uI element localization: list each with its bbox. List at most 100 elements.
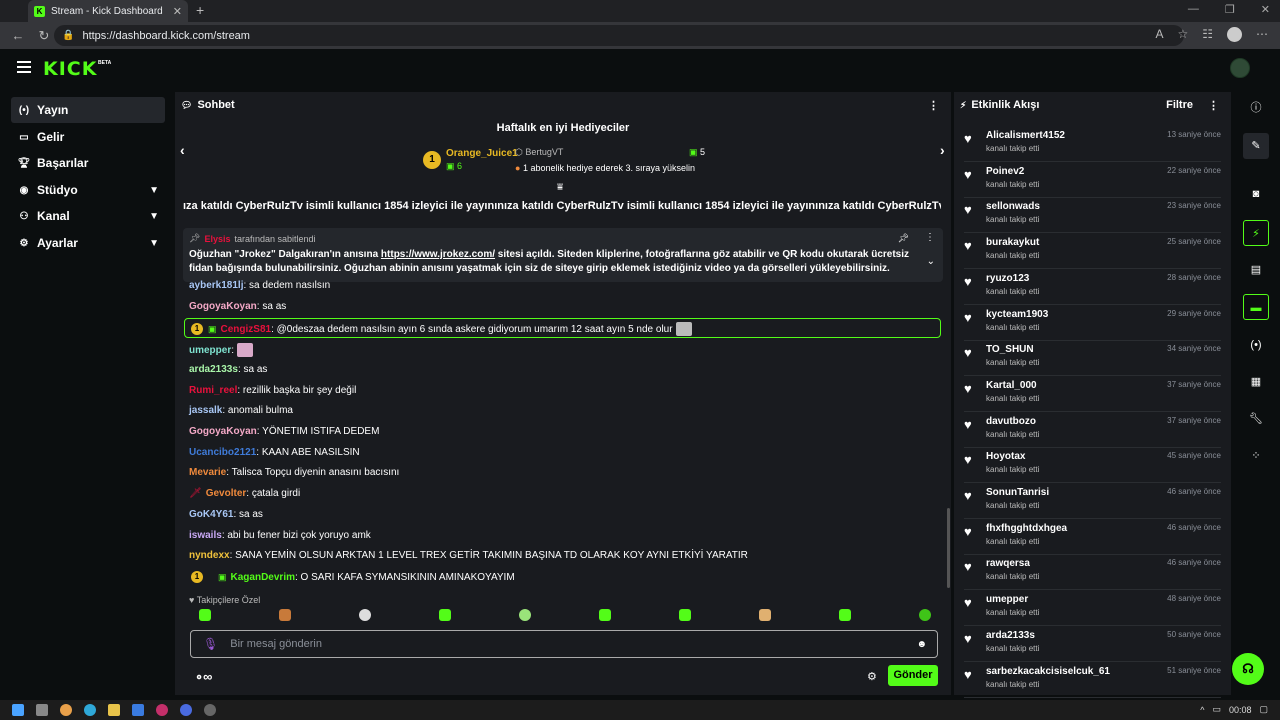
app-icon[interactable] xyxy=(156,704,168,716)
activity-item[interactable]: ♥ fhxfhgghtdxhgea kanalı takip etti 46 sani… xyxy=(964,519,1221,555)
read-aloud-icon[interactable]: A xyxy=(1155,27,1163,42)
chat-username[interactable]: GoK4Y61 xyxy=(189,509,233,520)
activity-lightning-icon[interactable]: ⚡︎ xyxy=(1243,220,1269,246)
chat-tools-icon[interactable]: ∘∞ xyxy=(195,669,212,685)
emote-icon[interactable] xyxy=(519,609,531,621)
explorer-icon[interactable] xyxy=(108,704,120,716)
camera-icon[interactable]: ◙ xyxy=(1243,181,1269,207)
chat-message[interactable]: jassalk: anomali bulma xyxy=(189,405,293,416)
activity-item[interactable]: ♥ Kartal_000 kanalı takip etti 37 saniye ön… xyxy=(964,376,1221,412)
top-gifter-second[interactable]: ⬡ BertugVT ● 1 abonelik hediye ederek 3.… xyxy=(515,147,695,173)
chat-username[interactable]: Rumi_reel xyxy=(189,385,237,396)
minimize-icon[interactable]: — xyxy=(1188,3,1199,16)
chat-username[interactable]: nyndexx xyxy=(189,550,230,561)
sidebar-item-kanal[interactable]: ⚇ Kanal ▼ xyxy=(11,203,165,229)
chat-scrollbar[interactable] xyxy=(947,508,950,588)
chat-username[interactable]: Ucancibo2121 xyxy=(189,447,256,458)
edit-icon[interactable]: ✎ xyxy=(1243,133,1269,159)
edge-icon[interactable] xyxy=(84,704,96,716)
store-icon[interactable] xyxy=(132,704,144,716)
emote-icon[interactable] xyxy=(919,609,931,621)
search-icon[interactable] xyxy=(36,704,48,716)
filter-button[interactable]: Filtre xyxy=(1166,99,1193,111)
maximize-icon[interactable]: ❐ xyxy=(1225,3,1235,16)
pinned-options-icon[interactable]: ⋮ xyxy=(925,232,935,243)
activity-username[interactable]: Alicalismert4152 xyxy=(986,130,1065,141)
chat-message[interactable]: GogoyaKoyan: sa as xyxy=(189,301,286,312)
activity-item[interactable]: ♥ umepper kanalı takip etti 48 saniye önce xyxy=(964,590,1221,627)
chat-message[interactable]: Mevarie: Talisca Topçu diyenin anasını b… xyxy=(189,467,399,478)
activity-item[interactable]: ♥ sarbezkacakcisiselcuk_61 kanalı takip et… xyxy=(964,662,1221,698)
emote-icon[interactable] xyxy=(279,609,291,621)
chevron-right-icon[interactable]: › xyxy=(940,142,945,158)
sidebar-item-gelir[interactable]: ▭ Gelir xyxy=(11,124,165,150)
collapse-filter-icon[interactable]: ⩸ xyxy=(557,182,563,193)
activity-username[interactable]: ryuzo123 xyxy=(986,273,1029,284)
chevron-down-icon[interactable]: ⌄ xyxy=(927,256,935,267)
reload-icon[interactable]: ↻ xyxy=(36,28,52,44)
activity-item[interactable]: ♥ rawqersa kanalı takip etti 46 saniye önce xyxy=(964,554,1221,591)
chat-settings-icon[interactable]: ⚙ xyxy=(867,670,877,683)
app-icon[interactable] xyxy=(204,704,216,716)
support-fab-icon[interactable]: ☊ xyxy=(1232,653,1264,685)
kick-logo[interactable]: KICK xyxy=(43,58,97,80)
favorite-star-icon[interactable]: ☆ xyxy=(1177,27,1188,42)
chat-username[interactable]: Mevarie xyxy=(189,467,226,478)
activity-username[interactable]: fhxfhgghtdxhgea xyxy=(986,523,1067,534)
app-icon[interactable] xyxy=(180,704,192,716)
chat-username[interactable]: jassalk xyxy=(189,405,222,416)
notes-icon[interactable]: ▤ xyxy=(1243,257,1269,283)
chat-message[interactable]: arda2133s: sa as xyxy=(189,364,267,375)
emoji-picker-icon[interactable]: ☻ xyxy=(916,639,927,650)
widget-icon[interactable] xyxy=(60,704,72,716)
sidebar-item-yayin[interactable]: (•) Yayın xyxy=(11,97,165,123)
emote-icon[interactable] xyxy=(359,609,371,621)
back-icon[interactable]: ← xyxy=(10,28,26,43)
activity-username[interactable]: Kartal_000 xyxy=(986,380,1037,391)
chat-username[interactable]: ayberk181lj xyxy=(189,280,244,291)
send-button[interactable]: Gönder xyxy=(888,665,938,686)
address-bar[interactable]: 🔒 https://dashboard.kick.com/stream xyxy=(54,25,1184,46)
close-tab-icon[interactable]: ✕ xyxy=(173,5,182,18)
activity-item[interactable]: ♥ Hoyotax kanalı takip etti 45 saniye önce xyxy=(964,447,1221,484)
chat-username[interactable]: GogoyaKoyan xyxy=(189,301,257,312)
chat-message[interactable]: 1 ▣ CengizS81: @0deszaa dedem nasılsın a… xyxy=(191,322,692,336)
activity-item[interactable]: ♥ Alicalismert4152 kanalı takip etti 13 san… xyxy=(964,126,1221,162)
emote-icon[interactable] xyxy=(439,609,451,621)
activity-username[interactable]: Poinev2 xyxy=(986,166,1024,177)
chevron-up-icon[interactable]: ^ xyxy=(1200,705,1204,715)
chat-options-icon[interactable]: ⋮ xyxy=(928,99,939,112)
sidebar-item-studyo[interactable]: ◉ Stüdyo ▼ xyxy=(11,177,165,203)
activity-options-icon[interactable]: ⋮ xyxy=(1208,99,1219,112)
emote-icon[interactable] xyxy=(679,609,691,621)
profile-avatar[interactable] xyxy=(1227,27,1242,42)
activity-item[interactable]: ♥ davutbozo kanalı takip etti 37 saniye önc… xyxy=(964,412,1221,448)
streams-icon[interactable]: ▦ xyxy=(1243,369,1269,395)
emote-icon[interactable] xyxy=(839,609,851,621)
menu-icon[interactable] xyxy=(17,61,31,73)
chat-message[interactable]: GoK4Y61: sa as xyxy=(189,509,263,520)
activity-username[interactable]: davutbozo xyxy=(986,416,1036,427)
chat-message[interactable]: iswails: abi bu fener bizi çok yoruyo am… xyxy=(189,530,371,541)
emote-icon[interactable] xyxy=(599,609,611,621)
activity-username[interactable]: sellonwads xyxy=(986,201,1040,212)
pinned-link[interactable]: https://www.jrokez.com/ xyxy=(381,249,495,260)
browser-tab[interactable]: K Stream - Kick Dashboard ✕ xyxy=(28,0,188,22)
chat-username[interactable]: umepper xyxy=(189,345,231,356)
unpin-icon[interactable]: 📌︎ xyxy=(898,233,909,244)
chat-message[interactable]: ayberk181lj: sa dedem nasılsın xyxy=(189,280,330,291)
chevron-left-icon[interactable]: ‹ xyxy=(180,142,185,158)
chat-username[interactable]: arda2133s xyxy=(189,364,238,375)
activity-username[interactable]: rawqersa xyxy=(986,558,1030,569)
wrench-icon[interactable]: 🔧︎ xyxy=(1243,406,1269,432)
chat-toggle-icon[interactable]: ▬ xyxy=(1243,294,1269,320)
chat-message[interactable]: Ucancibo2121: KAAN ABE NASILSIN xyxy=(189,447,360,458)
sidebar-item-basarilar[interactable]: 🏆︎ Başarılar xyxy=(11,150,165,176)
activity-item[interactable]: ♥ SonunTanrisi kanalı takip etti 46 saniye … xyxy=(964,483,1221,519)
sidebar-item-ayarlar[interactable]: ⚙ Ayarlar ▼ xyxy=(11,230,165,256)
collections-icon[interactable]: ☷ xyxy=(1202,27,1213,42)
activity-username[interactable]: umepper xyxy=(986,594,1028,605)
emote-icon[interactable] xyxy=(199,609,211,621)
chat-username[interactable]: GogoyaKoyan xyxy=(189,426,257,437)
user-avatar[interactable] xyxy=(1230,58,1250,78)
